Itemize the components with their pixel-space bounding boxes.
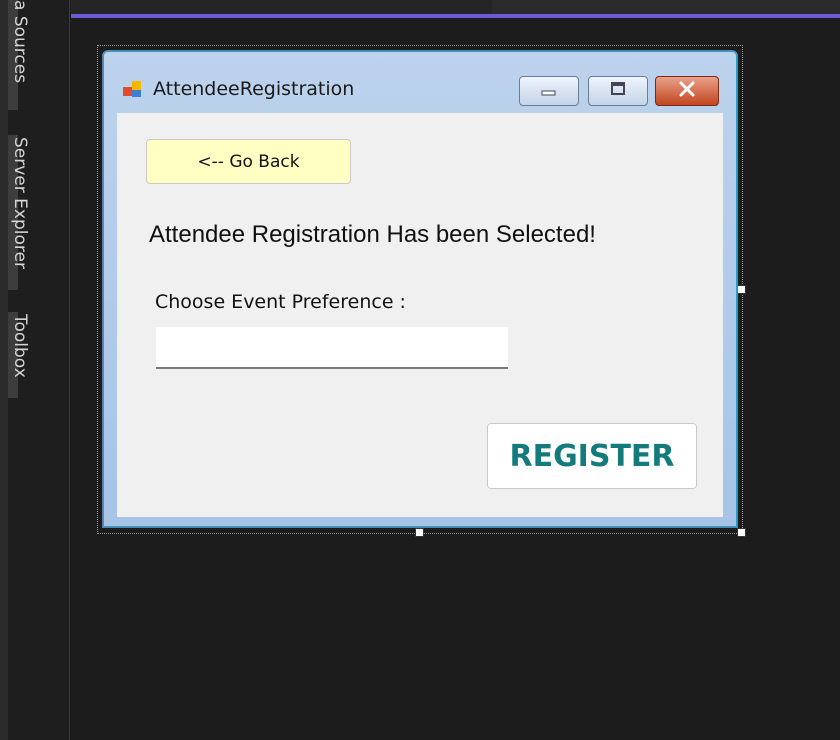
event-preference-label: Choose Event Preference :	[155, 291, 406, 313]
resize-handle-right[interactable]	[737, 285, 746, 294]
minimize-icon	[539, 82, 559, 101]
close-icon	[677, 81, 697, 101]
event-preference-input[interactable]	[156, 327, 508, 369]
go-back-button[interactable]: <-- Go Back	[146, 139, 351, 184]
sidebar-tab-data-sources[interactable]: a Sources	[10, 0, 30, 83]
resize-handle-bottom[interactable]	[415, 528, 424, 537]
register-button[interactable]: REGISTER	[487, 423, 697, 489]
form-window: AttendeeRegistration <-- Go Back Attende…	[102, 50, 738, 528]
resize-handle-bottom-right[interactable]	[737, 528, 746, 537]
sidebar-tab-server-explorer[interactable]: Server Explorer	[10, 137, 30, 269]
sidebar-tab-toolbox[interactable]: Toolbox	[10, 314, 30, 378]
editor-accent-line	[71, 14, 840, 18]
left-edge	[0, 0, 8, 740]
maximize-icon	[608, 81, 628, 101]
close-button[interactable]	[655, 76, 719, 106]
title-bar[interactable]: AttendeeRegistration	[103, 51, 737, 113]
page-heading: Attendee Registration Has been Selected!	[149, 221, 596, 248]
window-title: AttendeeRegistration	[153, 78, 355, 100]
form-client-area: <-- Go Back Attendee Registration Has be…	[117, 113, 723, 517]
minimize-button[interactable]	[519, 76, 579, 106]
maximize-button[interactable]	[588, 76, 648, 106]
editor-tab-active[interactable]	[72, 0, 492, 14]
winforms-app-icon	[123, 79, 143, 99]
